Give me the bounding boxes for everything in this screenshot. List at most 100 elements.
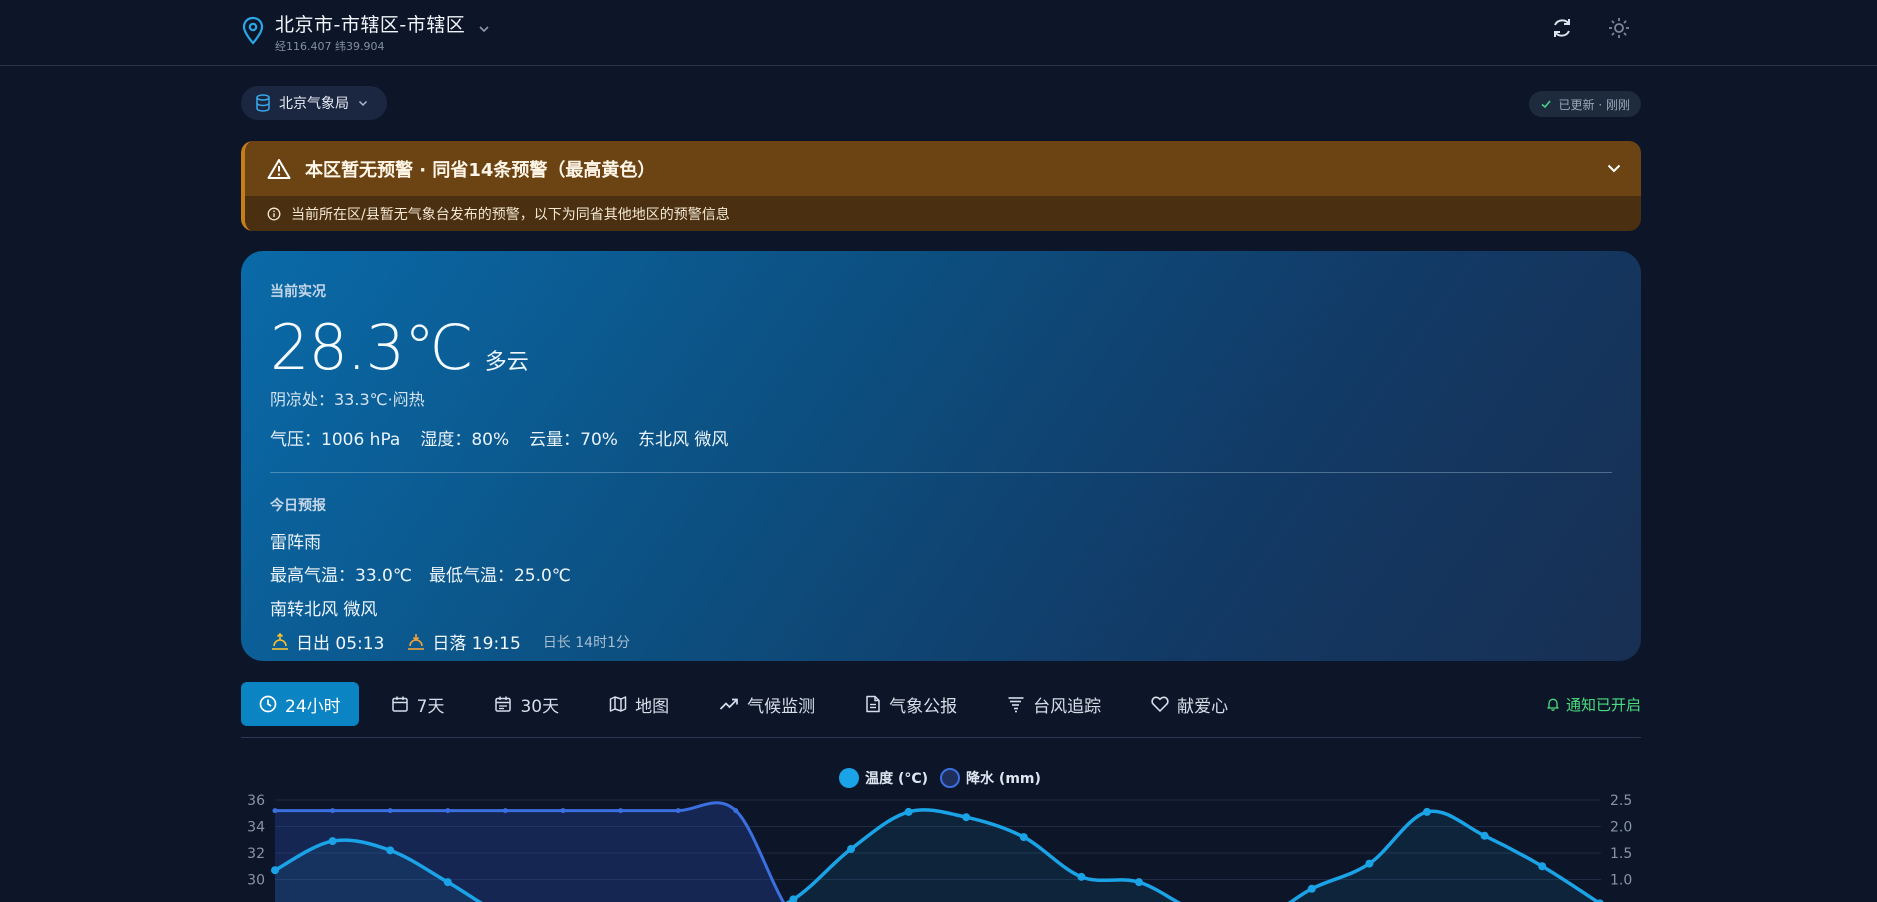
data-source-label: 北京气象局	[279, 96, 349, 112]
today-temp-range: 最高气温：33.0℃ 最低气温：25.0℃	[270, 566, 571, 586]
tab-7-day[interactable]: 7天	[373, 682, 463, 726]
humidity-stat: 湿度：80%	[420, 430, 510, 450]
tab-climate-monitoring-label: 气候监测	[747, 696, 816, 717]
temperature-point[interactable]	[1538, 862, 1547, 871]
temperature-point[interactable]	[904, 807, 913, 816]
card-divider	[270, 472, 1612, 473]
temperature-point[interactable]	[1135, 878, 1143, 887]
temperature-point[interactable]	[1019, 833, 1028, 842]
location-selector[interactable]: 北京市-市辖区-市辖区 经116.407 纬39.904	[241, 10, 491, 54]
temperature-point[interactable]	[443, 878, 452, 887]
precipitation-point[interactable]	[618, 808, 624, 814]
current-weather-card: 当前实况 28.3℃ 多云 阴凉处：33.3℃·闷热 气压：1006 hPa 湿…	[241, 251, 1641, 661]
tab-map-label: 地图	[635, 696, 670, 717]
tab-30-day-label: 30天	[520, 696, 560, 717]
tab-bar: 24小时 7天 30天 地图 气候监测 气象公报 台风追踪 献爱心 通知已开启	[241, 682, 1641, 738]
today-section-label: 今日预报	[270, 498, 326, 514]
feels-like: 阴凉处：33.3℃·闷热	[270, 390, 425, 409]
sun-icon	[1609, 18, 1629, 38]
y-left-tick-label: 30	[247, 873, 265, 889]
day-length: 日长 14时1分	[542, 634, 630, 651]
sunrise: 日出 05:13	[270, 629, 384, 654]
tab-weather-bulletin[interactable]: 气象公报	[847, 682, 975, 726]
document-icon	[866, 695, 880, 713]
precipitation-point[interactable]	[272, 808, 278, 814]
warning-banner[interactable]: 本区暂无预警 · 同省14条预警（最高黄色） 当前所在区/县暂无气象台发布的预警…	[241, 141, 1641, 231]
refresh-icon	[1554, 19, 1570, 37]
location-pin-icon	[242, 16, 264, 45]
sunrise-label: 日出 05:13	[296, 634, 385, 654]
precipitation-point[interactable]	[502, 808, 508, 814]
precipitation-point[interactable]	[387, 808, 393, 814]
check-icon	[1541, 100, 1551, 109]
calendar-icon	[391, 696, 408, 712]
refresh-button[interactable]	[1548, 14, 1576, 42]
temperature-point[interactable]	[1423, 807, 1431, 816]
top-bar: 北京市-市辖区-市辖区 经116.407 纬39.904	[0, 0, 1877, 66]
tab-24h-label: 24小时	[285, 696, 341, 717]
hourly-chart: 温度 (°C) 降水 (mm) 36 34 32 30 2.5 2.0 1.5 1.0	[230, 760, 1650, 902]
y-right-tick-label: 2.5	[1610, 793, 1632, 809]
tab-typhoon-tracking-label: 台风追踪	[1033, 696, 1102, 717]
temperature-point[interactable]	[1480, 831, 1489, 840]
trend-icon	[720, 698, 738, 710]
location-coords: 经116.407 纬39.904	[275, 40, 385, 53]
database-icon	[256, 94, 270, 112]
tab-30-day[interactable]: 30天	[476, 682, 577, 726]
update-status-label: 已更新 · 刚刚	[1558, 97, 1630, 112]
theme-toggle-button[interactable]	[1605, 14, 1633, 42]
tab-typhoon-tracking[interactable]: 台风追踪	[989, 682, 1119, 726]
warning-subtitle-row: 当前所在区/县暂无气象台发布的预警，以下为同省其他地区的预警信息	[245, 196, 1641, 231]
temperature-point[interactable]	[1307, 884, 1316, 893]
y-right-tick-label: 1.0	[1610, 873, 1632, 889]
today-wind: 南转北风 微风	[270, 600, 378, 620]
sunset-icon	[408, 633, 425, 650]
tab-7-day-label: 7天	[416, 696, 445, 717]
temperature-point[interactable]	[847, 845, 855, 854]
warning-triangle-icon	[267, 158, 291, 179]
tab-climate-monitoring[interactable]: 气候监测	[701, 682, 833, 726]
precipitation-point[interactable]	[560, 808, 566, 814]
warning-header: 本区暂无预警 · 同省14条预警（最高黄色）	[245, 141, 1641, 196]
tornado-icon	[1008, 697, 1024, 713]
warning-subtitle: 当前所在区/县暂无气象台发布的预警，以下为同省其他地区的预警信息	[291, 206, 730, 223]
precipitation-point[interactable]	[445, 808, 451, 814]
clock-icon	[259, 695, 277, 713]
tab-donate-label: 献爱心	[1177, 696, 1229, 717]
precipitation-point[interactable]	[330, 808, 336, 814]
current-condition: 多云	[484, 350, 529, 375]
y-left-tick-label: 34	[247, 820, 265, 836]
temperature-point[interactable]	[962, 813, 971, 822]
temperature-point[interactable]	[328, 837, 337, 846]
update-status-badge: 已更新 · 刚刚	[1528, 91, 1641, 117]
temperature-point[interactable]	[1365, 859, 1374, 868]
warning-title: 本区暂无预警 · 同省14条预警（最高黄色）	[305, 159, 656, 181]
today-condition: 雷阵雨	[270, 533, 321, 553]
y-right-tick-label: 1.5	[1610, 846, 1632, 862]
chevron-down-icon	[479, 26, 489, 33]
notification-status[interactable]: 通知已开启	[1546, 682, 1641, 726]
precipitation-point[interactable]	[675, 808, 681, 814]
pressure-stat: 气压：1006 hPa	[270, 430, 401, 450]
tab-donate[interactable]: 献爱心	[1133, 682, 1246, 726]
temperature-point[interactable]	[1077, 872, 1086, 881]
y-left-tick-label: 32	[247, 846, 265, 862]
data-source-selector[interactable]: 北京气象局	[241, 86, 387, 120]
sunset-label: 日落 19:15	[432, 634, 521, 654]
current-section-label: 当前实况	[270, 284, 326, 300]
notification-status-label: 通知已开启	[1565, 695, 1641, 714]
y-right-tick-label: 2.0	[1610, 820, 1632, 836]
temperature-point[interactable]	[386, 846, 395, 855]
tab-map[interactable]: 地图	[591, 682, 687, 726]
location-title: 北京市-市辖区-市辖区	[275, 14, 466, 36]
y-left-tick-label: 36	[247, 793, 265, 809]
temperature-point[interactable]	[271, 866, 279, 875]
current-temperature: 28.3℃	[270, 311, 474, 384]
chart-plot: 36 34 32 30 2.5 2.0 1.5 1.0	[247, 793, 1632, 902]
calendar-grid-icon	[495, 696, 512, 712]
chevron-down-icon	[358, 100, 368, 107]
chevron-down-icon[interactable]	[1605, 159, 1623, 177]
precipitation-point[interactable]	[733, 808, 739, 814]
tab-24h[interactable]: 24小时	[241, 682, 359, 726]
wind-stat: 东北风 微风	[637, 430, 729, 450]
